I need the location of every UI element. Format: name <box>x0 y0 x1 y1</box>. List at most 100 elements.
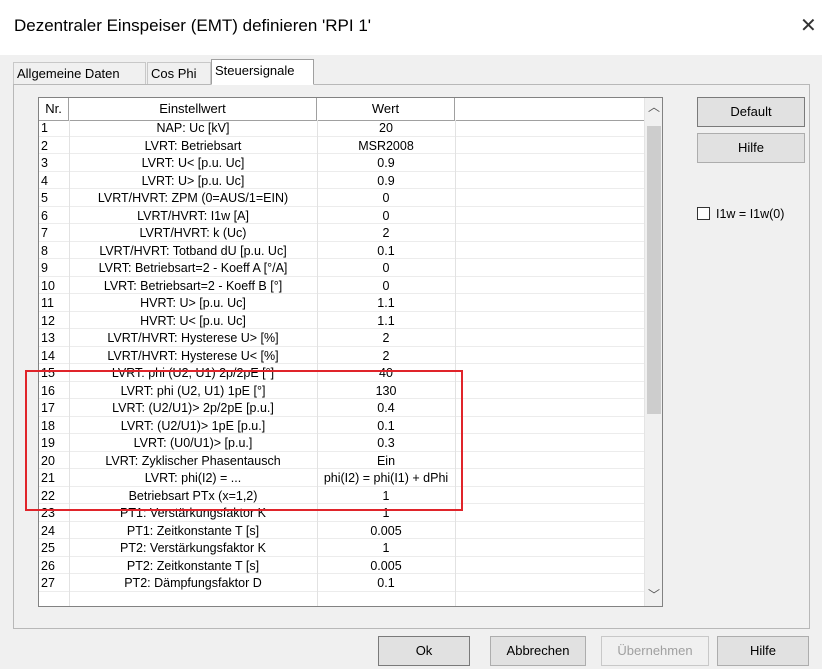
row-value[interactable]: 2 <box>317 349 455 364</box>
row-value[interactable]: 2 <box>317 226 455 241</box>
row-nr: 8 <box>41 243 48 258</box>
row-value[interactable]: 0 <box>317 209 455 224</box>
title-bar: Dezentraler Einspeiser (EMT) definieren … <box>0 0 822 55</box>
column-divider <box>455 120 456 606</box>
i1w-checkbox-row[interactable]: I1w = I1w(0) <box>697 207 784 221</box>
row-value[interactable]: 1.1 <box>317 296 455 311</box>
row-value[interactable]: 2 <box>317 331 455 346</box>
settings-table[interactable]: Nr. Einstellwert Wert 1 NAP: Uc [kV] 20 2 LV… <box>38 97 663 607</box>
table-row[interactable]: 2 LVRT: Betriebsart MSR2008 <box>39 138 644 154</box>
table-row[interactable]: 22 Betriebsart PTx (x=1,2) 1 <box>39 488 644 504</box>
row-setting-name: LVRT: phi(I2) = ... <box>144 471 242 485</box>
table-row[interactable]: 24 PT1: Zeitkonstante T [s] 0.005 <box>39 523 644 539</box>
row-value[interactable]: 0.005 <box>317 559 455 574</box>
row-nr: 27 <box>41 576 55 590</box>
table-row[interactable]: 14 LVRT/HVRT: Hysterese U< [%] 2 <box>39 349 644 364</box>
row-nr: 20 <box>41 453 55 468</box>
table-row[interactable]: 25 PT2: Verstärkungsfaktor K 1 <box>39 541 644 557</box>
table-row[interactable]: 13 LVRT/HVRT: Hysterese U> [%] 2 <box>39 331 644 347</box>
column-header-nr[interactable]: Nr. <box>39 98 69 120</box>
help-button-side[interactable]: Hilfe <box>697 133 805 163</box>
i1w-checkbox[interactable] <box>697 207 710 220</box>
table-row[interactable]: 10 LVRT: Betriebsart=2 - Koeff B [°] 0 <box>39 279 644 294</box>
tab-steuersignale[interactable]: Steuersignale <box>211 59 314 85</box>
close-icon[interactable]: ✕ <box>800 13 817 38</box>
table-row[interactable]: 6 LVRT/HVRT: I1w [A] 0 <box>39 208 644 224</box>
scroll-down-icon[interactable]: ﹀ <box>645 586 662 604</box>
row-nr: 24 <box>41 523 55 538</box>
row-value[interactable]: 40 <box>317 366 455 381</box>
row-nr: 5 <box>41 191 48 205</box>
row-nr: 21 <box>41 471 55 485</box>
table-row[interactable]: 7 LVRT/HVRT: k (Uc) 2 <box>39 226 644 242</box>
table-row[interactable]: 18 LVRT: (U2/U1)> 1pE [p.u.] 0.1 <box>39 419 644 434</box>
table-row[interactable]: 16 LVRT: phi (U2, U1) 1pE [°] 130 <box>39 384 644 399</box>
table-row[interactable]: 23 PT1: Verstärkungsfaktor K 1 <box>39 506 644 522</box>
row-value[interactable]: 0.4 <box>317 401 455 416</box>
table-row[interactable]: 5 LVRT/HVRT: ZPM (0=AUS/1=EIN) 0 <box>39 191 644 207</box>
row-value[interactable]: 0 <box>317 261 455 276</box>
table-row[interactable]: 17 LVRT: (U2/U1)> 2p/2pE [p.u.] 0.4 <box>39 401 644 417</box>
table-row[interactable]: 19 LVRT: (U0/U1)> [p.u.] 0.3 <box>39 436 644 452</box>
row-value[interactable]: Ein <box>317 454 455 469</box>
tab-allgemeine-daten[interactable]: Allgemeine Daten <box>13 62 146 84</box>
row-value[interactable]: 130 <box>317 384 455 399</box>
row-nr: 15 <box>41 366 55 380</box>
row-nr: 22 <box>41 488 55 503</box>
table-row[interactable]: 27 PT2: Dämpfungsfaktor D 0.1 <box>39 576 644 592</box>
row-value[interactable]: 0.005 <box>317 524 455 539</box>
table-row[interactable]: 12 HVRT: U< [p.u. Uc] 1.1 <box>39 313 644 329</box>
row-nr: 23 <box>41 506 55 520</box>
row-value[interactable]: 1 <box>317 506 455 521</box>
row-value[interactable]: 0.9 <box>317 174 455 189</box>
scrollbar-thumb[interactable] <box>647 126 661 414</box>
row-value[interactable]: 20 <box>317 121 455 136</box>
row-value[interactable]: 0.1 <box>317 576 455 591</box>
table-row[interactable]: 11 HVRT: U> [p.u. Uc] 1.1 <box>39 296 644 312</box>
row-value[interactable]: 0 <box>317 279 455 294</box>
row-setting-name: LVRT/HVRT: Totband dU [p.u. Uc] <box>99 243 287 258</box>
row-nr: 9 <box>41 261 48 275</box>
table-row[interactable]: 21 LVRT: phi(I2) = ... phi(I2) = phi(I1) +… <box>39 471 644 487</box>
ok-button[interactable]: Ok <box>378 636 470 666</box>
row-nr: 2 <box>41 138 48 153</box>
row-value[interactable]: MSR2008 <box>317 139 455 154</box>
row-value[interactable]: phi(I2) = phi(I1) + dPhi <box>317 471 455 486</box>
column-header-name[interactable]: Einstellwert <box>69 98 317 120</box>
table-row[interactable]: 20 LVRT: Zyklischer Phasentausch Ein <box>39 453 644 469</box>
table-row[interactable]: 9 LVRT: Betriebsart=2 - Koeff A [°/A] 0 <box>39 261 644 277</box>
row-nr: 19 <box>41 436 55 450</box>
row-value[interactable]: 0.1 <box>317 244 455 259</box>
row-nr: 7 <box>41 226 48 240</box>
column-divider <box>69 120 70 606</box>
row-setting-name: LVRT: Betriebsart=2 - Koeff A [°/A] <box>98 261 288 275</box>
table-row[interactable]: 3 LVRT: U< [p.u. Uc] 0.9 <box>39 156 644 172</box>
row-value[interactable]: 1 <box>317 541 455 556</box>
scroll-up-icon[interactable]: ︿ <box>645 98 662 116</box>
default-button[interactable]: Default <box>697 97 805 127</box>
row-value[interactable]: 0.3 <box>317 436 455 451</box>
cancel-button[interactable]: Abbrechen <box>490 636 586 666</box>
row-value[interactable]: 1.1 <box>317 314 455 329</box>
tab-cos-phi[interactable]: Cos Phi <box>147 62 211 84</box>
table-row[interactable]: 26 PT2: Zeitkonstante T [s] 0.005 <box>39 558 644 574</box>
row-value[interactable]: 1 <box>317 489 455 504</box>
row-setting-name: LVRT: Betriebsart <box>144 138 242 153</box>
table-row[interactable]: 4 LVRT: U> [p.u. Uc] 0.9 <box>39 174 644 189</box>
column-header-value[interactable]: Wert <box>317 98 455 120</box>
row-nr: 12 <box>41 313 55 328</box>
row-value[interactable]: 0.9 <box>317 156 455 171</box>
i1w-checkbox-label: I1w = I1w(0) <box>716 207 785 221</box>
row-setting-name: PT2: Zeitkonstante T [s] <box>126 558 260 573</box>
table-row[interactable]: 8 LVRT/HVRT: Totband dU [p.u. Uc] 0.1 <box>39 243 644 259</box>
help-button-footer[interactable]: Hilfe <box>717 636 809 666</box>
row-value[interactable]: 0 <box>317 191 455 206</box>
row-setting-name: LVRT: phi (U2, U1) 2p/2pE [°] <box>111 366 275 380</box>
vertical-scrollbar[interactable]: ︿ ﹀ <box>644 98 662 606</box>
row-value[interactable]: 0.1 <box>317 419 455 434</box>
row-setting-name: PT2: Dämpfungsfaktor D <box>124 576 262 590</box>
table-row[interactable]: 1 NAP: Uc [kV] 20 <box>39 121 644 137</box>
row-setting-name: LVRT/HVRT: I1w [A] <box>137 208 249 223</box>
row-nr: 25 <box>41 541 55 555</box>
table-row[interactable]: 15 LVRT: phi (U2, U1) 2p/2pE [°] 40 <box>39 366 644 382</box>
